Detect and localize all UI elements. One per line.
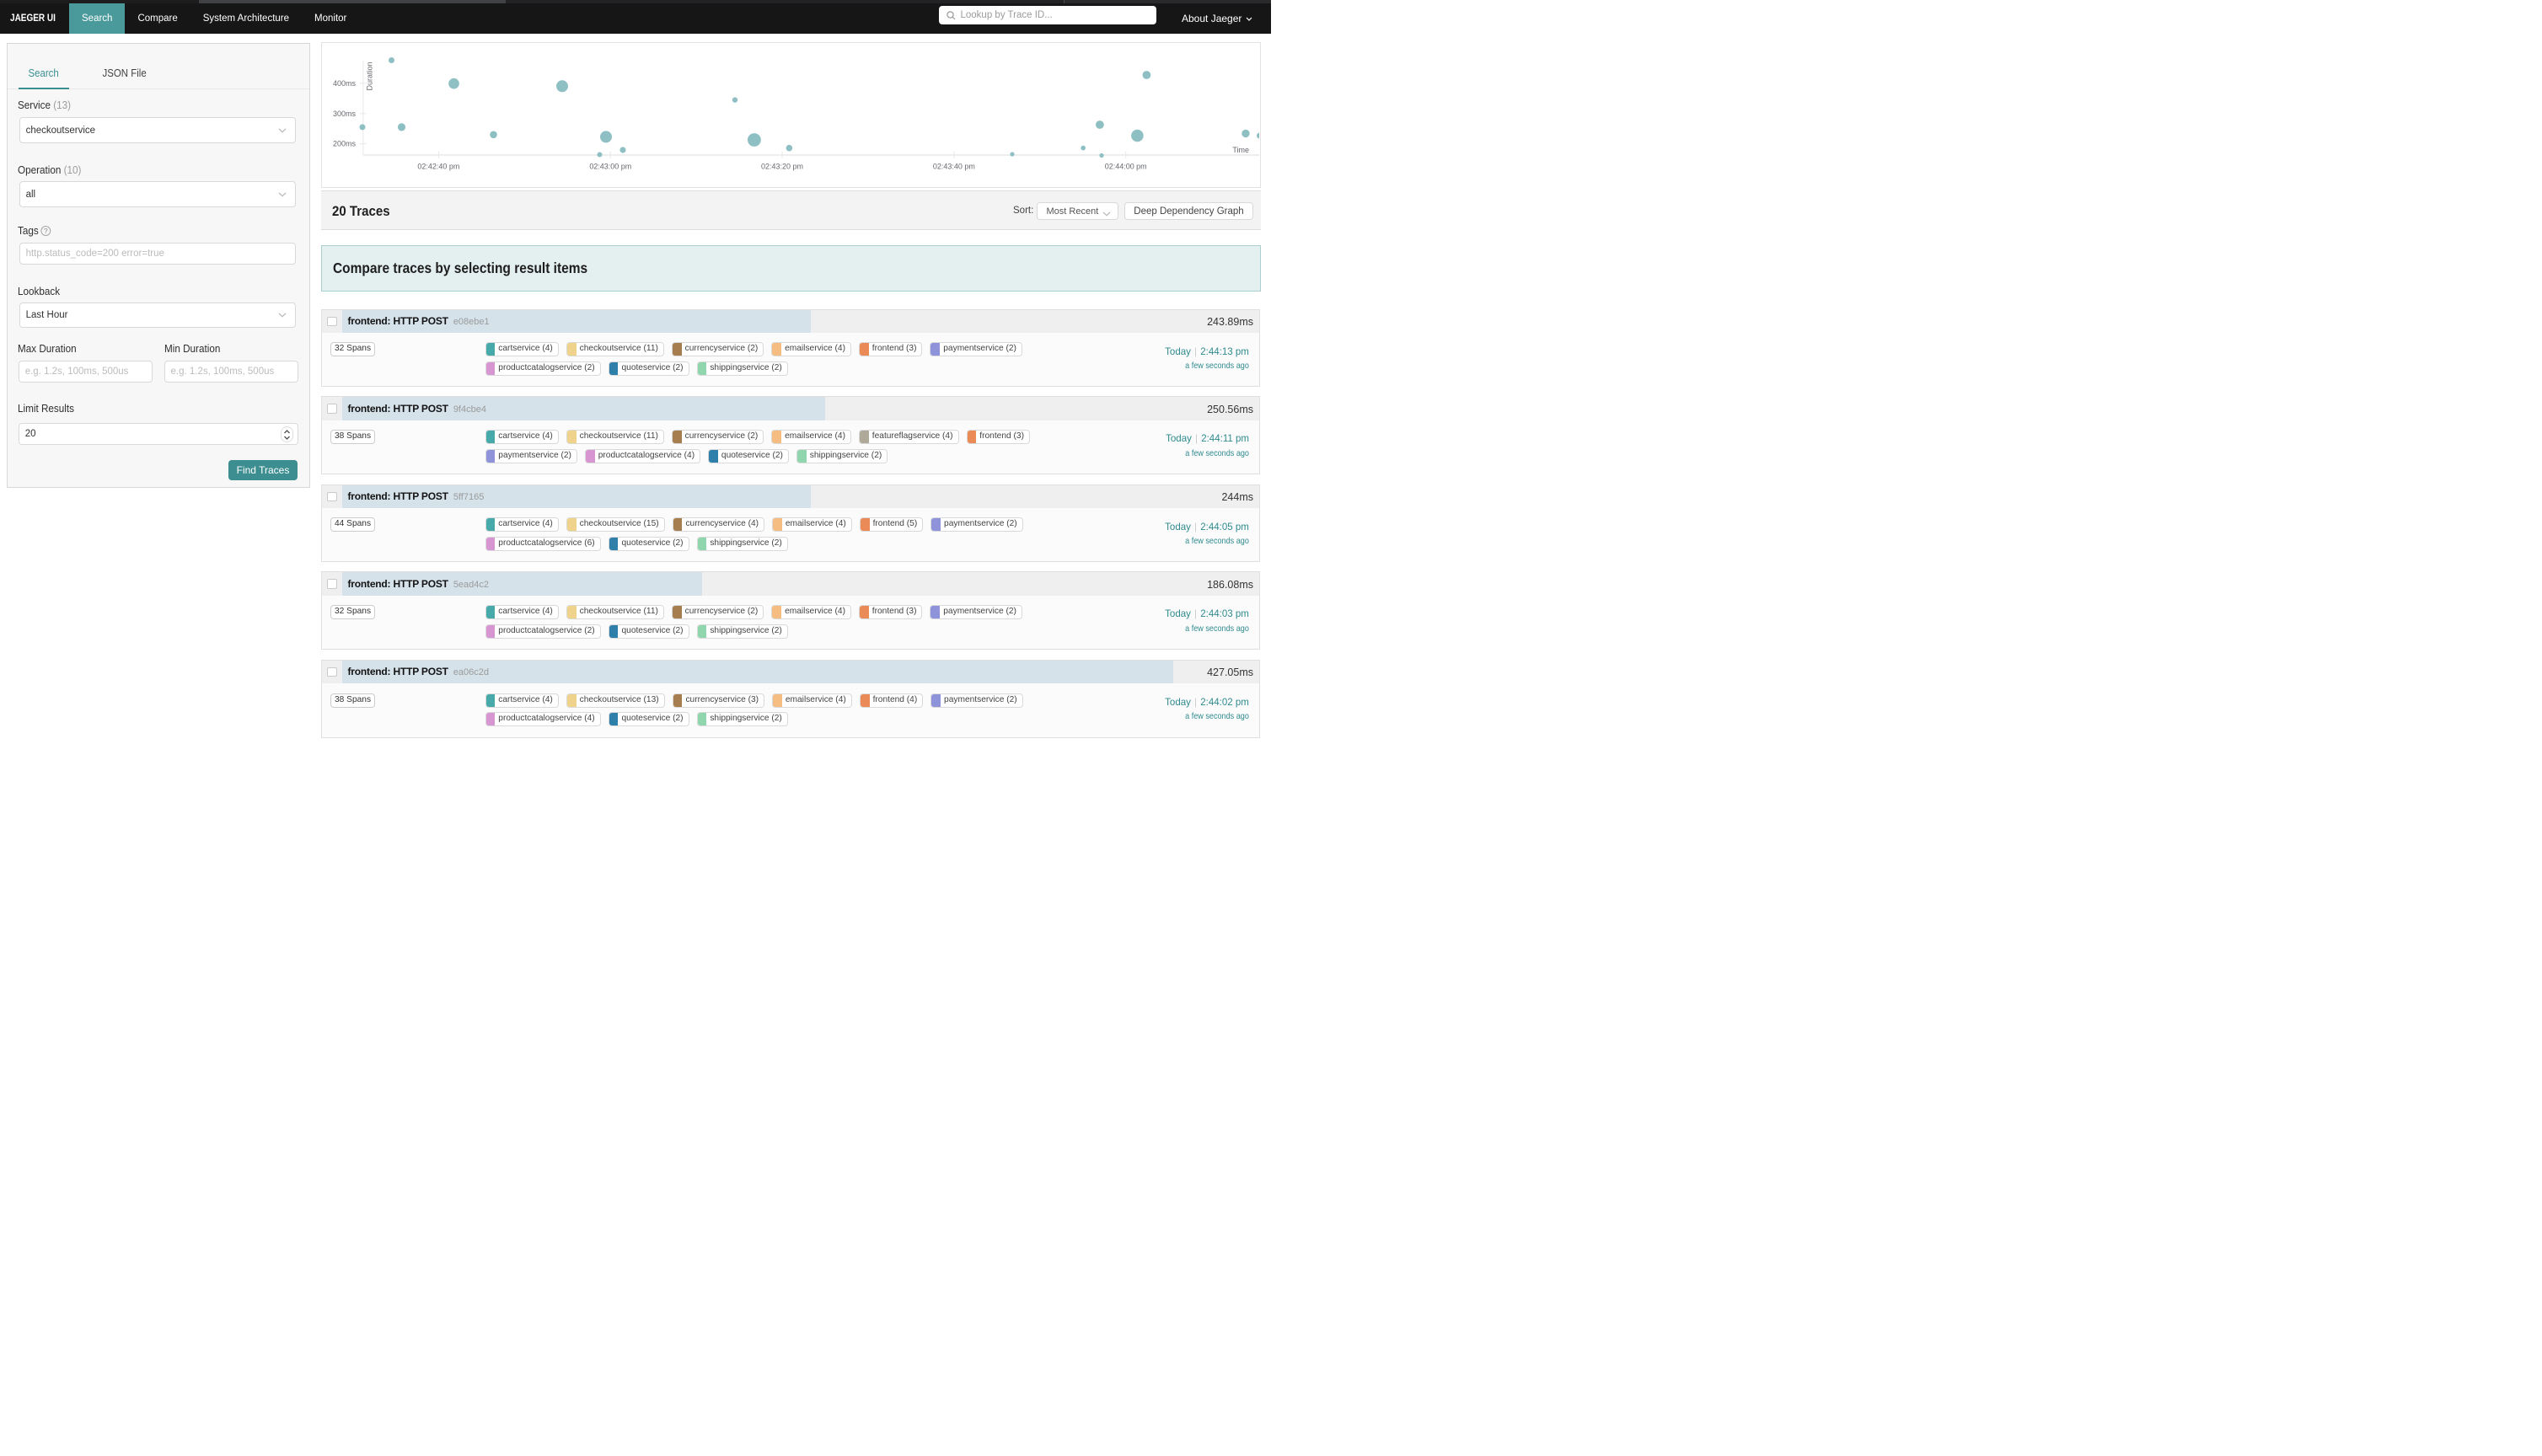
svg-text:02:44:00 pm: 02:44:00 pm [1105,162,1147,170]
svg-text:Duration: Duration [366,62,374,91]
svg-text:200ms: 200ms [333,140,356,148]
svg-text:400ms: 400ms [333,79,356,88]
svg-text:02:43:40 pm: 02:43:40 pm [933,162,975,170]
svg-text:02:42:40 pm: 02:42:40 pm [417,162,459,170]
svg-text:Time: Time [1232,146,1249,154]
svg-text:02:43:00 pm: 02:43:00 pm [589,162,631,170]
svg-text:300ms: 300ms [333,110,356,118]
svg-text:02:43:20 pm: 02:43:20 pm [761,162,803,170]
